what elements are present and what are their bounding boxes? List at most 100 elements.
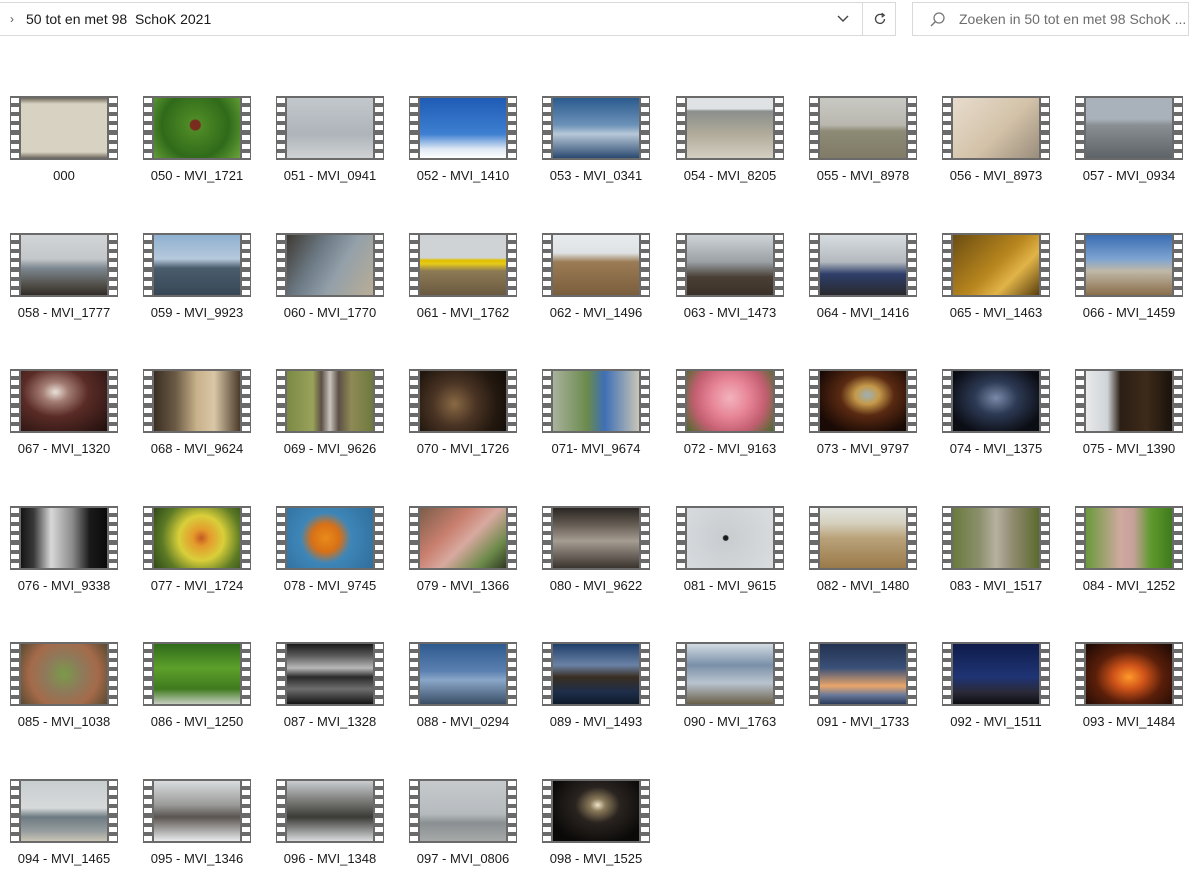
file-item[interactable]: 053 - MVI_0341 — [534, 96, 654, 196]
video-thumbnail[interactable] — [809, 96, 917, 160]
video-thumbnail[interactable] — [143, 96, 251, 160]
video-thumbnail[interactable] — [143, 642, 251, 706]
file-item[interactable]: 069 - MVI_9626 — [268, 369, 388, 469]
video-thumbnail[interactable] — [676, 233, 784, 297]
file-item[interactable]: 087 - MVI_1328 — [268, 642, 388, 742]
video-thumbnail[interactable] — [942, 233, 1050, 297]
file-item[interactable]: 058 - MVI_1777 — [2, 233, 122, 333]
file-item[interactable]: 063 - MVI_1473 — [668, 233, 788, 333]
file-item[interactable]: 084 - MVI_1252 — [1067, 506, 1187, 606]
video-thumbnail[interactable] — [276, 233, 384, 297]
file-item[interactable]: 067 - MVI_1320 — [2, 369, 122, 469]
video-thumbnail[interactable] — [10, 96, 118, 160]
video-thumbnail[interactable] — [676, 642, 784, 706]
video-thumbnail[interactable] — [809, 233, 917, 297]
video-thumbnail[interactable] — [10, 779, 118, 843]
file-item[interactable]: 072 - MVI_9163 — [668, 369, 788, 469]
video-thumbnail[interactable] — [276, 506, 384, 570]
video-thumbnail[interactable] — [676, 96, 784, 160]
video-thumbnail[interactable] — [542, 96, 650, 160]
file-item[interactable]: 096 - MVI_1348 — [268, 779, 388, 879]
file-item[interactable]: 091 - MVI_1733 — [801, 642, 921, 742]
video-thumbnail[interactable] — [409, 642, 517, 706]
file-item[interactable]: 098 - MVI_1525 — [534, 779, 654, 879]
file-item[interactable]: 054 - MVI_8205 — [668, 96, 788, 196]
file-item[interactable]: 081 - MVI_9615 — [668, 506, 788, 606]
video-thumbnail[interactable] — [809, 369, 917, 433]
file-item[interactable]: 080 - MVI_9622 — [534, 506, 654, 606]
file-item[interactable]: 068 - MVI_9624 — [135, 369, 255, 469]
video-thumbnail[interactable] — [276, 642, 384, 706]
video-thumbnail[interactable] — [942, 96, 1050, 160]
video-thumbnail[interactable] — [542, 506, 650, 570]
file-item[interactable]: 050 - MVI_1721 — [135, 96, 255, 196]
video-thumbnail[interactable] — [143, 233, 251, 297]
video-thumbnail[interactable] — [1075, 506, 1183, 570]
file-item[interactable]: 097 - MVI_0806 — [401, 779, 521, 879]
file-item[interactable]: 059 - MVI_9923 — [135, 233, 255, 333]
file-item[interactable]: 000 — [2, 96, 122, 196]
file-item[interactable]: 093 - MVI_1484 — [1067, 642, 1187, 742]
file-item[interactable]: 062 - MVI_1496 — [534, 233, 654, 333]
video-thumbnail[interactable] — [409, 233, 517, 297]
video-thumbnail[interactable] — [809, 506, 917, 570]
file-item[interactable]: 060 - MVI_1770 — [268, 233, 388, 333]
video-thumbnail[interactable] — [409, 779, 517, 843]
file-item[interactable]: 082 - MVI_1480 — [801, 506, 921, 606]
file-item[interactable]: 095 - MVI_1346 — [135, 779, 255, 879]
file-item[interactable]: 094 - MVI_1465 — [2, 779, 122, 879]
video-thumbnail[interactable] — [143, 779, 251, 843]
file-item[interactable]: 090 - MVI_1763 — [668, 642, 788, 742]
video-thumbnail[interactable] — [276, 96, 384, 160]
file-item[interactable]: 065 - MVI_1463 — [934, 233, 1054, 333]
video-thumbnail[interactable] — [542, 642, 650, 706]
file-item[interactable]: 052 - MVI_1410 — [401, 96, 521, 196]
video-thumbnail[interactable] — [1075, 369, 1183, 433]
video-thumbnail[interactable] — [276, 779, 384, 843]
video-thumbnail[interactable] — [542, 233, 650, 297]
file-item[interactable]: 066 - MVI_1459 — [1067, 233, 1187, 333]
file-item[interactable]: 079 - MVI_1366 — [401, 506, 521, 606]
file-item[interactable]: 088 - MVI_0294 — [401, 642, 521, 742]
file-item[interactable]: 070 - MVI_1726 — [401, 369, 521, 469]
video-thumbnail[interactable] — [809, 642, 917, 706]
file-item[interactable]: 061 - MVI_1762 — [401, 233, 521, 333]
file-item[interactable]: 085 - MVI_1038 — [2, 642, 122, 742]
file-item[interactable]: 089 - MVI_1493 — [534, 642, 654, 742]
file-item[interactable]: 057 - MVI_0934 — [1067, 96, 1187, 196]
video-thumbnail[interactable] — [1075, 233, 1183, 297]
file-item[interactable]: 075 - MVI_1390 — [1067, 369, 1187, 469]
file-item[interactable]: 064 - MVI_1416 — [801, 233, 921, 333]
video-thumbnail[interactable] — [10, 506, 118, 570]
video-thumbnail[interactable] — [409, 506, 517, 570]
file-item[interactable]: 077 - MVI_1724 — [135, 506, 255, 606]
video-thumbnail[interactable] — [1075, 96, 1183, 160]
file-item[interactable]: 056 - MVI_8973 — [934, 96, 1054, 196]
file-item[interactable]: 055 - MVI_8978 — [801, 96, 921, 196]
video-thumbnail[interactable] — [676, 369, 784, 433]
video-thumbnail[interactable] — [276, 369, 384, 433]
video-thumbnail[interactable] — [1075, 642, 1183, 706]
video-thumbnail[interactable] — [676, 506, 784, 570]
video-thumbnail[interactable] — [10, 642, 118, 706]
file-item[interactable]: 071- MVI_9674 — [534, 369, 654, 469]
video-thumbnail[interactable] — [942, 369, 1050, 433]
video-thumbnail[interactable] — [10, 233, 118, 297]
file-item[interactable]: 078 - MVI_9745 — [268, 506, 388, 606]
video-thumbnail[interactable] — [143, 369, 251, 433]
video-thumbnail[interactable] — [10, 369, 118, 433]
file-item[interactable]: 083 - MVI_1517 — [934, 506, 1054, 606]
video-thumbnail[interactable] — [542, 779, 650, 843]
file-item[interactable]: 076 - MVI_9338 — [2, 506, 122, 606]
video-thumbnail[interactable] — [409, 96, 517, 160]
video-thumbnail[interactable] — [942, 506, 1050, 570]
video-thumbnail[interactable] — [942, 642, 1050, 706]
file-item[interactable]: 086 - MVI_1250 — [135, 642, 255, 742]
video-thumbnail[interactable] — [542, 369, 650, 433]
file-item[interactable]: 051 - MVI_0941 — [268, 96, 388, 196]
video-thumbnail[interactable] — [409, 369, 517, 433]
file-item[interactable]: 073 - MVI_9797 — [801, 369, 921, 469]
file-item[interactable]: 092 - MVI_1511 — [934, 642, 1054, 742]
file-item[interactable]: 074 - MVI_1375 — [934, 369, 1054, 469]
video-thumbnail[interactable] — [143, 506, 251, 570]
